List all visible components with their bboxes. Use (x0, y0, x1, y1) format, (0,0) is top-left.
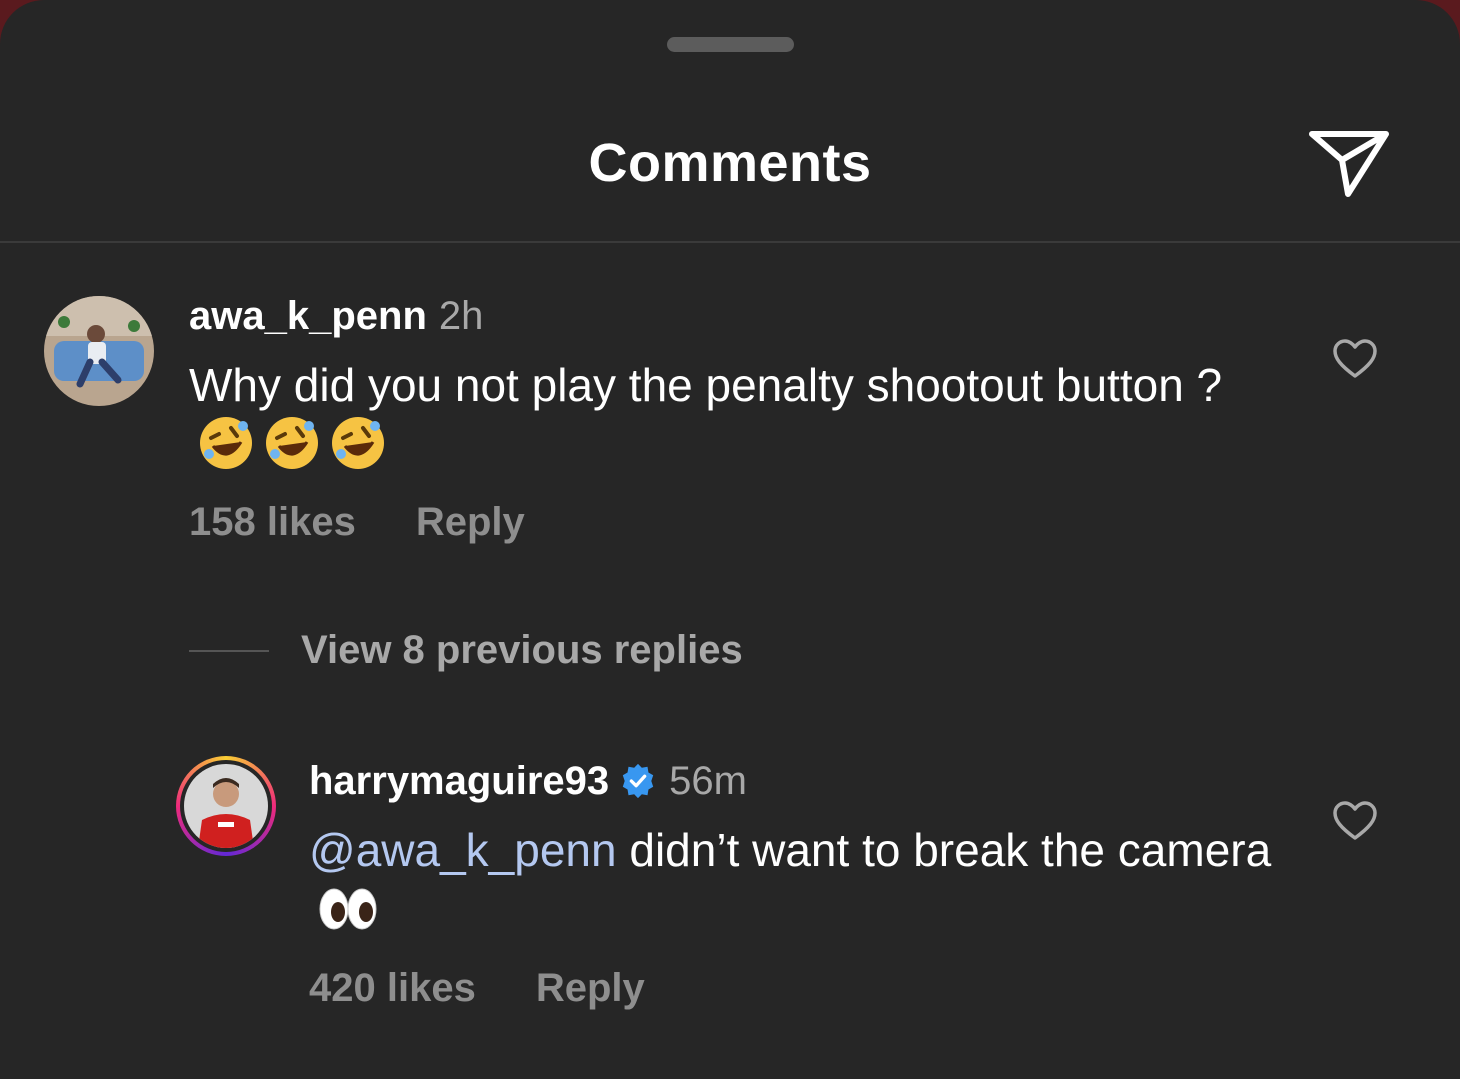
view-replies-label[interactable]: View 8 previous replies (301, 628, 743, 672)
reply-button[interactable]: Reply (416, 500, 525, 545)
view-previous-replies[interactable]: View 8 previous replies (189, 628, 743, 673)
comment-body: Why did you not play the penalty shootou… (189, 359, 1223, 411)
rolling-on-floor-laughing-icon (266, 417, 318, 469)
comment-header: harrymaguire93 56m (309, 757, 747, 805)
paper-plane-icon[interactable] (1306, 124, 1392, 202)
comment-text: @awa_k_penn didn’t want to break the cam… (309, 821, 1289, 937)
timestamp: 2h (438, 294, 484, 338)
replies-divider-line (189, 649, 269, 652)
comment-meta: 420 likes Reply (309, 966, 645, 1011)
comment-text: Why did you not play the penalty shootou… (189, 356, 1229, 475)
avatar[interactable] (44, 296, 154, 406)
avatar (184, 764, 268, 848)
rolling-on-floor-laughing-icon (332, 417, 384, 469)
comment-body: didn’t want to break the camera (616, 824, 1272, 876)
username[interactable]: harrymaguire93 (309, 759, 609, 803)
comments-sheet: Comments awa_k_penn 2h Why did you not pl… (0, 0, 1460, 1079)
reply-button[interactable]: Reply (536, 966, 645, 1011)
rolling-on-floor-laughing-icon (200, 417, 252, 469)
eyes-icon (319, 888, 377, 930)
verified-badge-icon (622, 763, 654, 799)
timestamp: 56m (669, 759, 747, 803)
header-divider (0, 241, 1460, 243)
likes-count[interactable]: 420 likes (309, 966, 476, 1011)
comment-meta: 158 likes Reply (189, 500, 525, 545)
heart-icon[interactable] (1332, 338, 1378, 380)
username[interactable]: awa_k_penn (189, 294, 427, 338)
comment-header: awa_k_penn 2h (189, 292, 483, 340)
drag-handle[interactable] (667, 37, 794, 52)
heart-icon[interactable] (1332, 800, 1378, 842)
avatar-story-ring[interactable] (176, 756, 276, 856)
page-title: Comments (588, 133, 872, 193)
mention-link[interactable]: @awa_k_penn (309, 824, 617, 876)
likes-count[interactable]: 158 likes (189, 500, 356, 545)
